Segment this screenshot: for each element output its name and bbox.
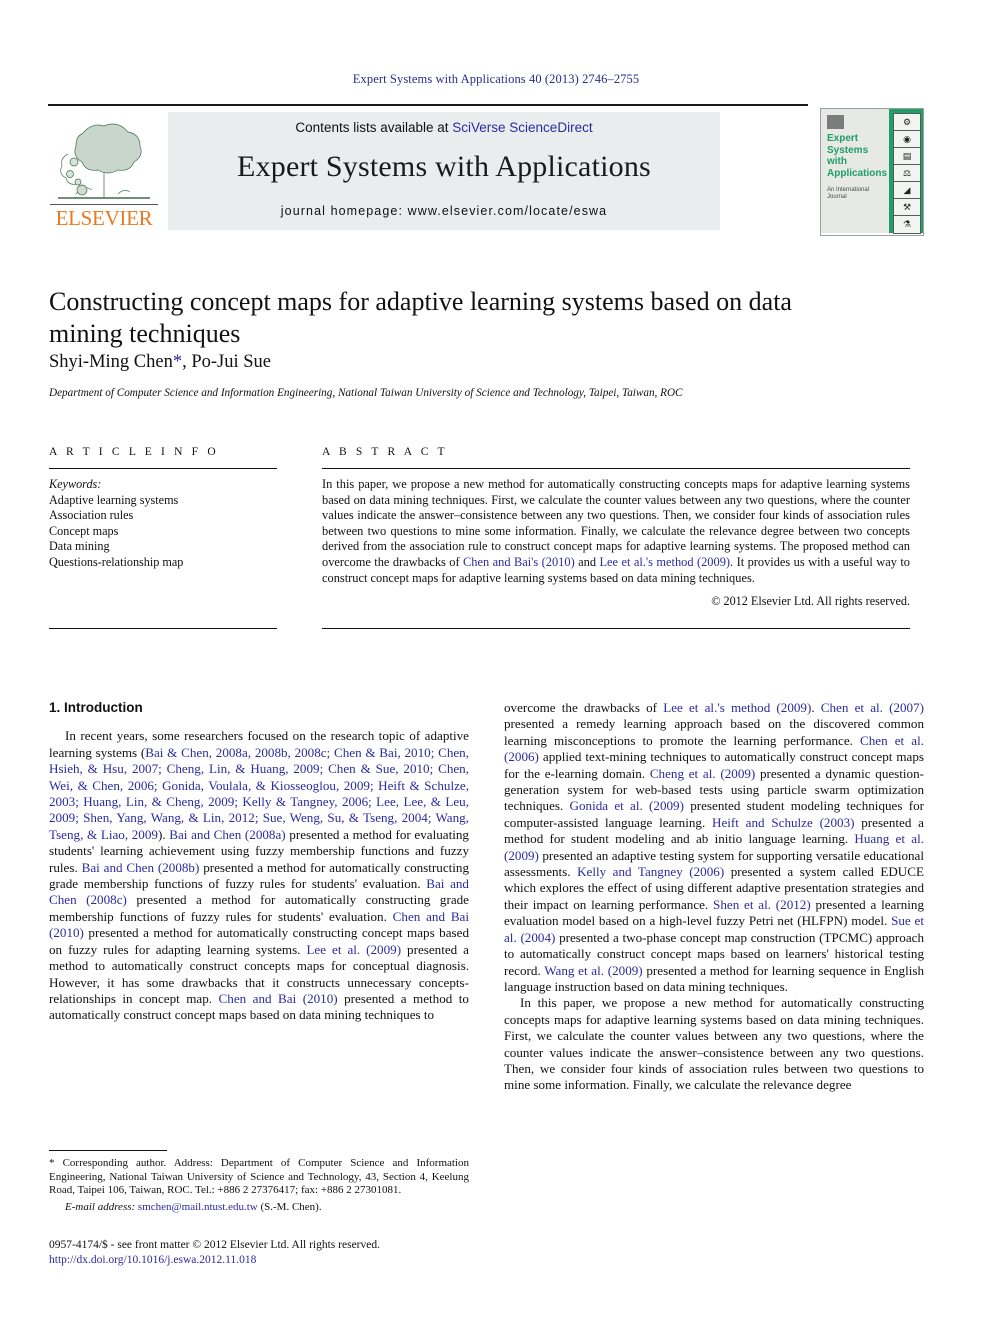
article-info-heading: A R T I C L E I N F O — [49, 446, 219, 458]
keyword-item: Concept maps — [49, 523, 119, 538]
paragraph-intro-2: In this paper, we propose a new method f… — [504, 995, 924, 1093]
sciencedirect-link[interactable]: SciVerse ScienceDirect — [452, 120, 592, 135]
article-info-divider — [49, 468, 277, 469]
authors-rest: , Po-Jui Sue — [182, 352, 272, 372]
email-label: E-mail address: — [65, 1200, 136, 1213]
body-column-right: overcome the drawbacks of Lee et al.'s m… — [504, 700, 924, 1094]
elsevier-wordmark: ELSEVIER — [55, 206, 153, 230]
citation-wang-2009[interactable]: Wang et al. (2009) — [544, 963, 642, 978]
section-title-introduction: 1. Introduction — [49, 700, 143, 715]
page-title: Constructing concept maps for adaptive l… — [49, 287, 792, 348]
doi-link[interactable]: http://dx.doi.org/10.1016/j.eswa.2012.11… — [49, 1253, 499, 1268]
info-bottom-divider — [49, 628, 277, 629]
journal-title: Expert Systems with Applications — [237, 150, 651, 183]
elsevier-logo: ELSEVIER — [48, 110, 160, 232]
keyword-item: Adaptive learning systems — [49, 492, 179, 507]
author-primary: Shyi-Ming Chen — [49, 352, 173, 372]
citation-shen-2012[interactable]: Shen et al. (2012) — [713, 897, 811, 912]
abstract-citation-chen-bai[interactable]: Chen and Bai's (2010) — [463, 555, 575, 569]
elsevier-rule — [50, 204, 158, 205]
contents-prefix: Contents lists available at — [295, 120, 453, 135]
journal-cover-thumbnail[interactable]: Expert Systems with Applications An Inte… — [820, 108, 924, 236]
keywords-block: Keywords: Adaptive learning systems Asso… — [49, 477, 277, 571]
footnote-rule — [49, 1150, 167, 1151]
citation-lee-2009[interactable]: Lee et al. (2009) — [306, 942, 401, 957]
article-info-column: A R T I C L E I N F O Keywords: Adaptive… — [49, 446, 277, 571]
footnote-block: * Corresponding author. Address: Departm… — [49, 1157, 469, 1214]
citation-heift-schulze-2003[interactable]: Heift and Schulze (2003) — [712, 815, 854, 830]
masthead-top-rule — [48, 104, 808, 106]
email-suffix: (S.-M. Chen). — [257, 1200, 322, 1213]
journal-homepage-link[interactable]: journal homepage: www.elsevier.com/locat… — [168, 204, 720, 218]
paper-page: Expert Systems with Applications 40 (201… — [0, 0, 992, 1323]
elsevier-tree-icon — [52, 110, 156, 206]
corresponding-author-note: * Corresponding author. Address: Departm… — [49, 1157, 469, 1197]
cover-subtitle: An International Journal — [827, 187, 870, 200]
abstract-text: In this paper, we propose a new method f… — [322, 477, 910, 586]
citation-cheng-2009[interactable]: Cheng et al. (2009) — [650, 766, 755, 781]
abstract-divider — [322, 468, 910, 469]
abstract-bottom-divider — [322, 628, 910, 629]
intro-p1-b: ). — [157, 826, 170, 842]
colophon: 0957-4174/$ - see front matter © 2012 El… — [49, 1238, 499, 1267]
citation-bai-chen-2008b[interactable]: Bai and Chen (2008b) — [82, 860, 200, 875]
citation-bai-chen-2008a[interactable]: Bai and Chen (2008a) — [169, 827, 285, 842]
issn-line: 0957-4174/$ - see front matter © 2012 El… — [49, 1239, 380, 1251]
corresponding-author-marker[interactable]: * — [173, 352, 182, 372]
paragraph-intro-1-cont: overcome the drawbacks of Lee et al.'s m… — [504, 700, 924, 995]
keyword-item: Data mining — [49, 539, 110, 554]
masthead: ELSEVIER Contents lists available at Sci… — [48, 108, 944, 236]
citation-chen-2007[interactable]: Chen et al. (2007) — [821, 700, 924, 715]
keyword-item: Questions-relationship map — [49, 554, 184, 569]
journal-band: Contents lists available at SciVerse Sci… — [168, 112, 720, 230]
email-link[interactable]: smchen@mail.ntust.edu.tw — [138, 1201, 258, 1213]
abstract-copyright: © 2012 Elsevier Ltd. All rights reserved… — [711, 594, 910, 609]
abstract-heading: A B S T R A C T — [322, 446, 448, 458]
citation-kelly-tangney-2006[interactable]: Kelly and Tangney (2006) — [577, 864, 724, 879]
paragraph-intro-1: In recent years, some researchers focuse… — [49, 728, 469, 1023]
cover-title: Expert Systems with Applications — [827, 133, 888, 179]
keyword-item: Association rules — [49, 508, 134, 523]
authors: Shyi-Ming Chen*, Po-Jui Sue — [49, 352, 849, 373]
keywords-label: Keywords: — [49, 477, 102, 491]
abstract-citation-lee[interactable]: Lee et al.'s method (2009) — [599, 555, 730, 569]
running-head: Expert Systems with Applications 40 (201… — [352, 72, 640, 86]
contents-available-line: Contents lists available at SciVerse Sci… — [168, 120, 720, 135]
body-column-left: 1. Introduction In recent years, some re… — [49, 700, 469, 1024]
citation-gonida-2009[interactable]: Gonida et al. (2009) — [570, 798, 684, 813]
cover-beaker-icon: ⚗ — [893, 215, 921, 234]
email-line: E-mail address: smchen@mail.ntust.edu.tw… — [49, 1201, 469, 1215]
abstract-column: A B S T R A C T In this paper, we propos… — [322, 446, 910, 609]
citation-lee-method-2009[interactable]: Lee et al.'s method (2009) — [663, 700, 811, 715]
citation-chen-bai-2010-b[interactable]: Chen and Bai (2010) — [219, 991, 338, 1006]
right-text-0b: . — [811, 700, 821, 715]
right-text-0: overcome the drawbacks of — [504, 700, 664, 715]
abstract-mid: and — [574, 554, 600, 569]
cover-elsevier-mark-icon — [827, 115, 844, 129]
affiliation: Department of Computer Science and Infor… — [49, 387, 683, 399]
